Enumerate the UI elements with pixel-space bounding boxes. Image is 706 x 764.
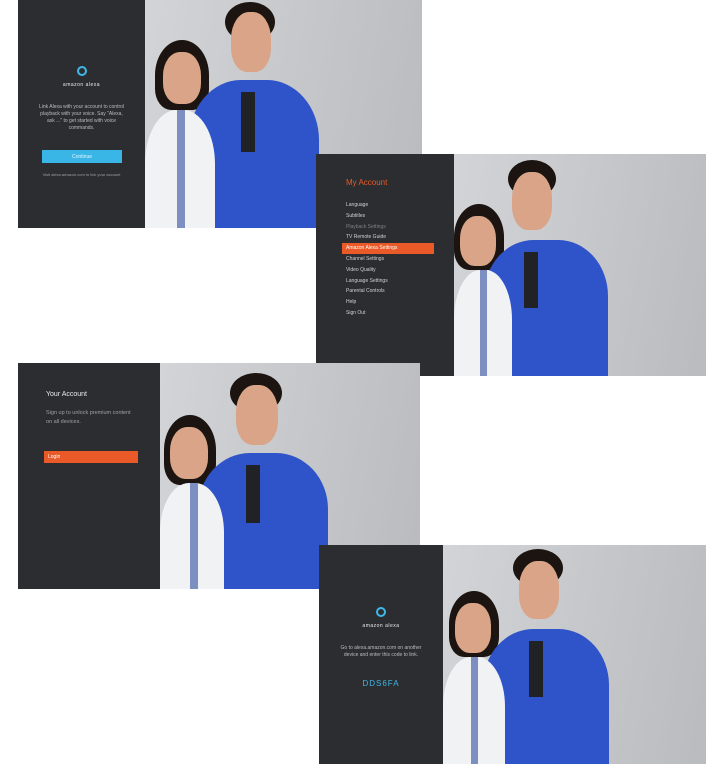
footer-text: Visit alexa.amazon.com to link your acco… [42,172,121,177]
menu-item-remote-guide[interactable]: TV Remote Guide [342,232,434,243]
menu-item-language[interactable]: Language [342,200,434,211]
menu-item-language-settings[interactable]: Language Settings [342,276,434,287]
sidebar: My Account Language Subtitles Playback S… [316,154,454,376]
description-text: Link Alexa with your account to control … [38,104,125,131]
brand-label: amazon alexa [62,82,101,88]
brand-label: amazon alexa [362,623,400,629]
hero-image [454,154,706,376]
description-text: Go to alexa.amazon.com on another device… [340,645,422,658]
alexa-logo-icon [376,607,386,617]
sidebar: amazon alexa Link Alexa with your accoun… [18,0,145,228]
sidebar: Your Account Sign up to unlock premium c… [18,363,160,589]
alexa-code-screen: amazon alexa Go to alexa.amazon.com on a… [319,545,706,764]
menu-item-channel[interactable]: Channel Settings [342,254,434,265]
continue-button[interactable]: Continue [42,150,122,163]
menu-item-subtitles[interactable]: Subtitles [342,211,434,222]
settings-menu: Language Subtitles Playback Settings TV … [342,200,434,319]
menu-item-parental[interactable]: Parental Controls [342,286,434,297]
hero-image [443,545,706,764]
link-code: DDS6FA [362,679,400,688]
settings-menu-screen: My Account Language Subtitles Playback S… [316,154,706,376]
login-button[interactable]: Login [44,451,138,463]
alexa-logo-icon [76,66,87,76]
menu-item-playback[interactable]: Playback Settings [342,222,434,233]
menu-title: My Account [346,178,388,187]
menu-item-alexa-settings[interactable]: Amazon Alexa Settings [342,243,434,254]
menu-item-video-quality[interactable]: Video Quality [342,265,434,276]
account-text: Sign up to unlock premium content on all… [46,410,131,425]
sidebar: amazon alexa Go to alexa.amazon.com on a… [319,545,443,764]
menu-item-sign-out[interactable]: Sign Out [342,308,434,319]
menu-item-help[interactable]: Help [342,297,434,308]
account-title: Your Account [46,391,87,398]
